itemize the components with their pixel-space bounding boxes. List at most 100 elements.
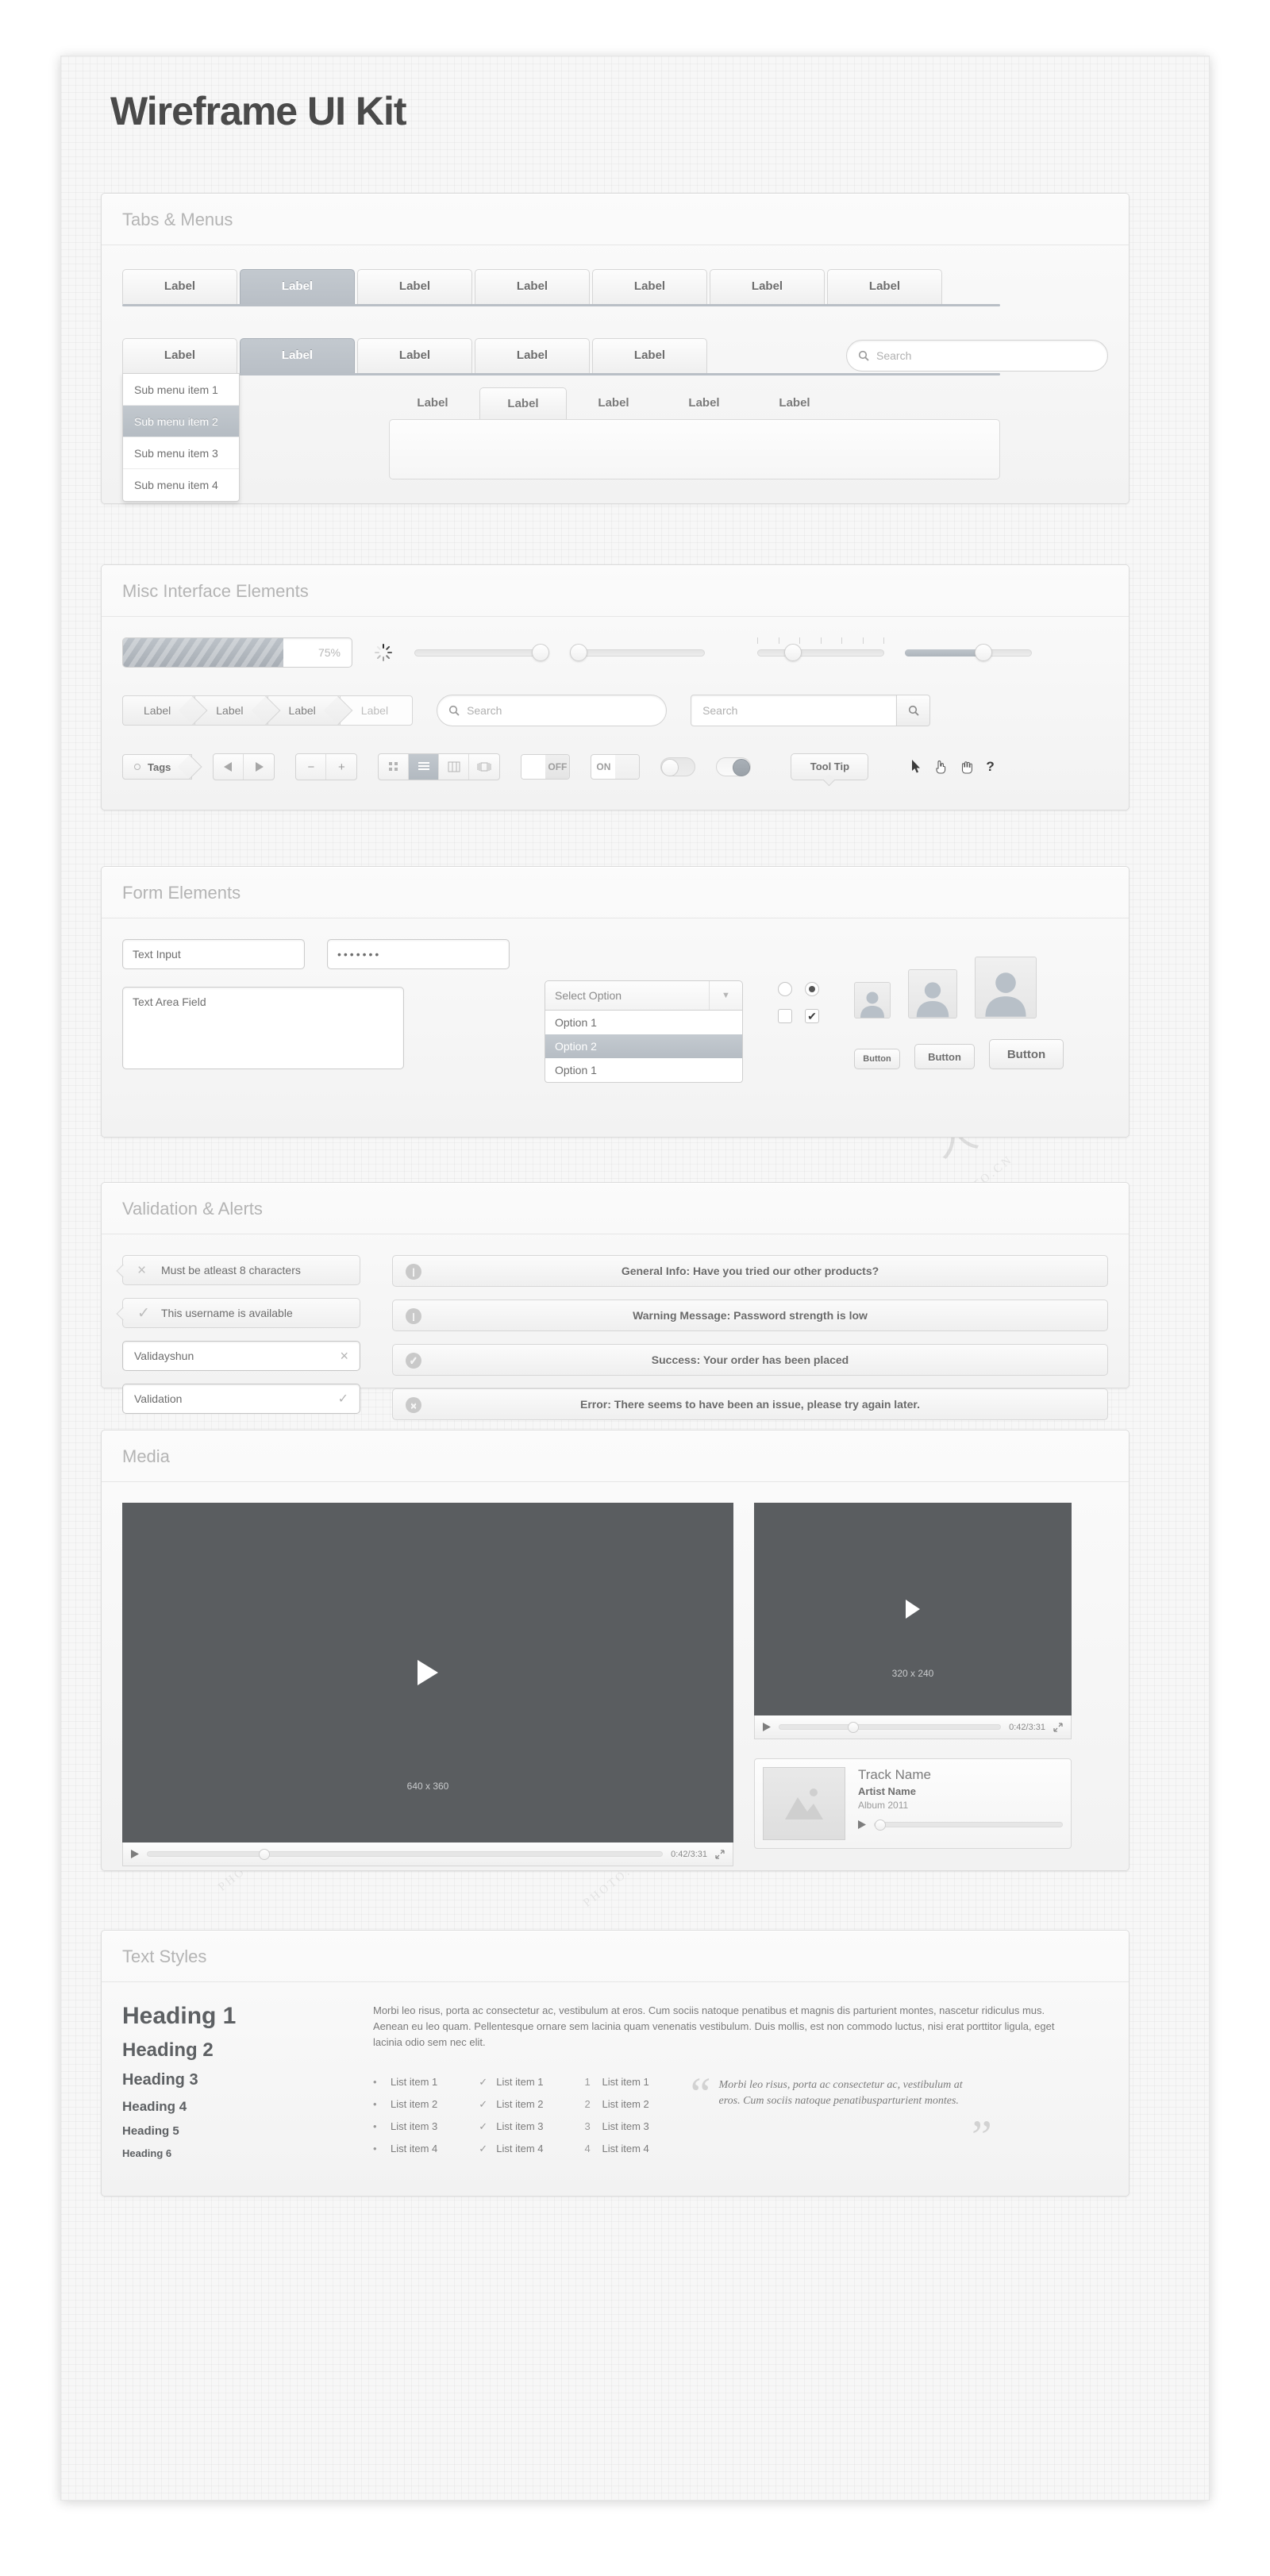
tab-row3-4[interactable]: Label — [751, 387, 838, 419]
clear-x-icon[interactable]: × — [340, 1348, 348, 1365]
select-option-0[interactable]: Option 1 — [545, 1011, 742, 1034]
tag-button[interactable]: Tags — [122, 754, 202, 780]
progress-value: 75% — [318, 646, 341, 659]
list-item: ✓ List item 2 — [479, 2093, 543, 2116]
toggle-on-label: ON — [596, 761, 611, 772]
submenu-item-4[interactable]: Sub menu item 4 — [123, 469, 239, 501]
slider-knob[interactable] — [784, 644, 802, 661]
video-large-size: 640 x 360 — [406, 1781, 449, 1792]
select-option-1[interactable]: Option 2 — [545, 1034, 742, 1058]
slider-right-knob[interactable] — [414, 644, 549, 661]
slider-track — [757, 649, 884, 657]
scrubber-knob[interactable] — [848, 1722, 859, 1733]
toggle-on[interactable]: ON — [591, 754, 641, 780]
video-small-scrubber[interactable] — [779, 1722, 1002, 1733]
button-small[interactable]: Button — [854, 1049, 900, 1069]
submenu-item-2[interactable]: Sub menu item 2 — [123, 406, 239, 437]
tab-row3-1[interactable]: Label — [479, 387, 567, 419]
switch-knob — [733, 759, 751, 776]
tab-row2-4[interactable]: Label — [592, 338, 707, 373]
error-alert-text: Error: There seems to have been an issue… — [580, 1398, 920, 1411]
headings-column: Heading 1 Heading 2 Heading 3 Heading 4 … — [122, 2003, 344, 2160]
checkbox-checked[interactable]: ✔ — [805, 1009, 819, 1023]
radio-checked[interactable] — [805, 982, 819, 996]
submenu-item-3[interactable]: Sub menu item 3 — [123, 437, 239, 469]
tab-row3-0[interactable]: Label — [389, 387, 476, 419]
checkbox-unchecked[interactable] — [778, 1009, 792, 1023]
tab-row-search[interactable]: Search — [846, 340, 1108, 372]
audio-scrubber[interactable] — [874, 1819, 1063, 1831]
breadcrumb-item-0[interactable]: Label — [122, 695, 208, 726]
tab-row1-6[interactable]: Label — [827, 269, 942, 304]
scrubber-knob[interactable] — [259, 1849, 270, 1860]
search-square-input[interactable]: Search — [691, 695, 898, 726]
tab-row1-1[interactable]: Label — [240, 269, 355, 304]
next-button[interactable] — [244, 754, 274, 780]
list-item: • List item 2 — [373, 2093, 437, 2116]
video-small-stage[interactable]: 320 x 240 — [754, 1503, 1072, 1715]
slider-knob[interactable] — [532, 644, 549, 661]
invalid-field[interactable]: Validayshun × — [122, 1341, 360, 1371]
submenu-item-1[interactable]: Sub menu item 1 — [123, 374, 239, 406]
tab-row1-2[interactable]: Label — [357, 269, 472, 304]
radio-dot-icon — [809, 986, 815, 992]
password-input[interactable]: ••••••• — [327, 939, 510, 969]
check-list: ✓ List item 1 ✓ List item 2 ✓ List item 3 ✓… — [479, 2071, 543, 2160]
list-item: 3 List item 3 — [585, 2116, 649, 2138]
tab-row1-3[interactable]: Label — [475, 269, 590, 304]
stepper-decrement-button[interactable]: − — [296, 754, 327, 780]
textarea-field[interactable]: Text Area Field — [122, 987, 404, 1069]
search-square-placeholder: Search — [702, 704, 738, 717]
fullscreen-icon[interactable] — [1053, 1722, 1063, 1732]
slider-left-knob[interactable] — [570, 644, 705, 661]
search-submit-button[interactable] — [897, 695, 931, 726]
slider-knob[interactable] — [975, 644, 992, 661]
valid-field-value: Validation — [134, 1392, 183, 1405]
play-icon[interactable] — [418, 1660, 438, 1685]
tab-row1-4[interactable]: Label — [592, 269, 707, 304]
play-small-icon[interactable] — [858, 1820, 866, 1829]
radio-unchecked[interactable] — [778, 982, 792, 996]
form-avatars-column: Button Button Button — [854, 939, 1064, 1083]
play-icon[interactable] — [906, 1600, 920, 1619]
video-large-time: 0:42/3:31 — [671, 1849, 707, 1859]
select-dropdown[interactable]: Select Option ▼ — [545, 980, 743, 1011]
slider-filled[interactable] — [905, 644, 1032, 661]
tab-row1-0[interactable]: Label — [122, 269, 237, 304]
grid-view-button[interactable] — [379, 754, 410, 780]
prev-button[interactable] — [214, 754, 244, 780]
tab-row1-5[interactable]: Label — [710, 269, 825, 304]
button-large[interactable]: Button — [989, 1039, 1064, 1069]
fullscreen-icon[interactable] — [715, 1849, 725, 1859]
button-medium[interactable]: Button — [914, 1044, 975, 1069]
tab-label: Label — [516, 279, 548, 293]
panel-title-text-styles: Text Styles — [102, 1931, 1129, 1982]
play-small-icon[interactable] — [131, 1850, 139, 1858]
tab-row2-1[interactable]: Label — [240, 338, 355, 373]
switch-off[interactable] — [660, 757, 696, 776]
slider-ticked[interactable] — [757, 637, 884, 661]
toggle-off[interactable]: OFF — [521, 754, 571, 780]
tab-row-primary: Label Label Label Label Label Label Labe… — [122, 269, 1108, 304]
tab-row3-2[interactable]: Label — [570, 387, 657, 419]
play-small-icon[interactable] — [763, 1723, 771, 1731]
search-rounded[interactable]: Search — [437, 695, 668, 726]
video-large-stage[interactable]: 640 x 360 — [122, 1503, 733, 1842]
tab-row2-0[interactable]: Label — [122, 338, 237, 373]
tab-row2-2[interactable]: Label — [357, 338, 472, 373]
slider-knob[interactable] — [570, 644, 587, 661]
switch-on[interactable] — [716, 757, 752, 776]
tab-row2-3[interactable]: Label — [475, 338, 590, 373]
scrubber-knob[interactable] — [875, 1819, 886, 1831]
text-input[interactable]: Text Input — [122, 939, 305, 969]
quote-text: Morbi leo risus, porta ac consectetur ac… — [718, 2079, 963, 2107]
valid-field[interactable]: Validation ✓ — [122, 1384, 360, 1414]
chevron-down-icon[interactable]: ▼ — [709, 981, 742, 1010]
cover-view-button[interactable] — [469, 754, 499, 780]
list-view-button[interactable] — [409, 754, 440, 780]
tab-row3-3[interactable]: Label — [660, 387, 748, 419]
column-view-button[interactable] — [439, 754, 470, 780]
video-large-scrubber[interactable] — [147, 1849, 664, 1860]
select-option-2[interactable]: Option 1 — [545, 1058, 742, 1082]
stepper-increment-button[interactable]: + — [326, 754, 356, 780]
